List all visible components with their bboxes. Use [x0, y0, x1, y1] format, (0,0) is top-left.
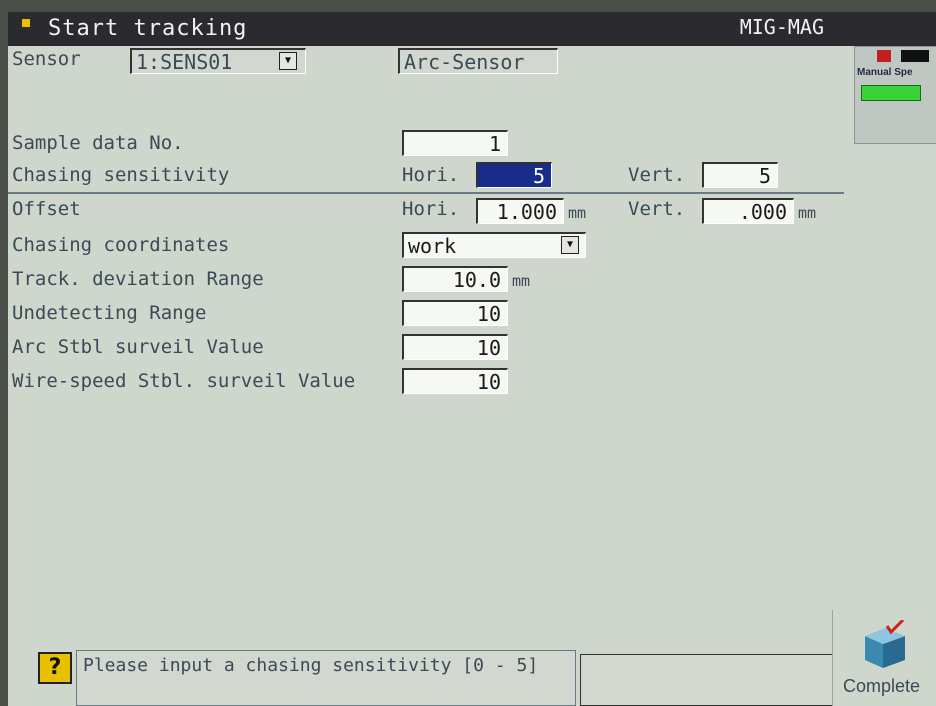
sensor-type-value: Arc-Sensor: [404, 50, 525, 74]
complete-label: Complete: [843, 676, 921, 696]
title-bar: Start tracking MIG-MAG: [8, 12, 844, 46]
title-marker-icon: [22, 19, 30, 27]
welding-mode: MIG-MAG: [739, 15, 824, 39]
sensitivity-vert-label: Vert.: [628, 164, 686, 186]
offset-vert-label: Vert.: [628, 198, 686, 220]
message-text: Please input a chasing sensitivity [0 - …: [83, 655, 539, 676]
sample-data-field[interactable]: 1: [402, 130, 508, 156]
status-block-icon: [901, 50, 929, 62]
sensor-label: Sensor: [12, 48, 81, 70]
window-title: Start tracking: [48, 16, 248, 41]
manual-speed-label: Manual Spe: [857, 67, 913, 78]
pendant-screen: Start tracking MIG-MAG Manual Spe Sensor…: [8, 12, 936, 706]
wire-speed-label: Wire-speed Stbl. surveil Value: [12, 370, 356, 392]
offset-vert-field[interactable]: .000: [702, 198, 794, 224]
secondary-message-box: [580, 654, 842, 706]
side-header: [844, 12, 936, 46]
offset-hori-field[interactable]: 1.000: [476, 198, 564, 224]
chevron-down-icon[interactable]: ▼: [561, 236, 579, 254]
track-deviation-unit: mm: [512, 272, 531, 290]
complete-button[interactable]: Complete: [832, 610, 936, 706]
offset-label: Offset: [12, 198, 81, 220]
help-icon[interactable]: ?: [38, 652, 72, 684]
sensitivity-hori-field[interactable]: 5: [476, 162, 552, 188]
chasing-coordinates-label: Chasing coordinates: [12, 234, 230, 256]
chasing-sensitivity-label: Chasing sensitivity: [12, 164, 230, 186]
chasing-coordinates-select[interactable]: work ▼: [402, 232, 586, 258]
track-deviation-field[interactable]: 10.0: [402, 266, 508, 292]
offset-hori-label: Hori.: [402, 198, 460, 220]
offset-vert-unit: mm: [798, 204, 817, 222]
manual-speed-panel[interactable]: Manual Spe: [854, 46, 936, 144]
arc-stbl-field[interactable]: 10: [402, 334, 508, 360]
sample-data-label: Sample data No.: [12, 132, 184, 154]
wire-speed-field[interactable]: 10: [402, 368, 508, 394]
status-indicator-icon: [877, 50, 891, 62]
undetecting-range-label: Undetecting Range: [12, 302, 207, 324]
sensor-value: 1:SENS01: [136, 50, 233, 74]
folder-check-icon: [865, 620, 905, 668]
track-deviation-label: Track. deviation Range: [12, 268, 264, 290]
speed-level-bar: [861, 85, 921, 101]
section-divider: [8, 192, 844, 194]
chasing-coordinates-value: work: [408, 234, 457, 258]
sensitivity-hori-label: Hori.: [402, 164, 460, 186]
chevron-down-icon[interactable]: ▼: [279, 52, 297, 70]
undetecting-range-field[interactable]: 10: [402, 300, 508, 326]
sensitivity-vert-field[interactable]: 5: [702, 162, 778, 188]
message-text-box: Please input a chasing sensitivity [0 - …: [76, 650, 576, 706]
offset-hori-unit: mm: [568, 204, 587, 222]
sensor-type-display: Arc-Sensor: [398, 48, 558, 74]
sensor-select[interactable]: 1:SENS01 ▼: [130, 48, 306, 74]
arc-stbl-label: Arc Stbl surveil Value: [12, 336, 264, 358]
message-bar: ? Please input a chasing sensitivity [0 …: [38, 650, 846, 706]
